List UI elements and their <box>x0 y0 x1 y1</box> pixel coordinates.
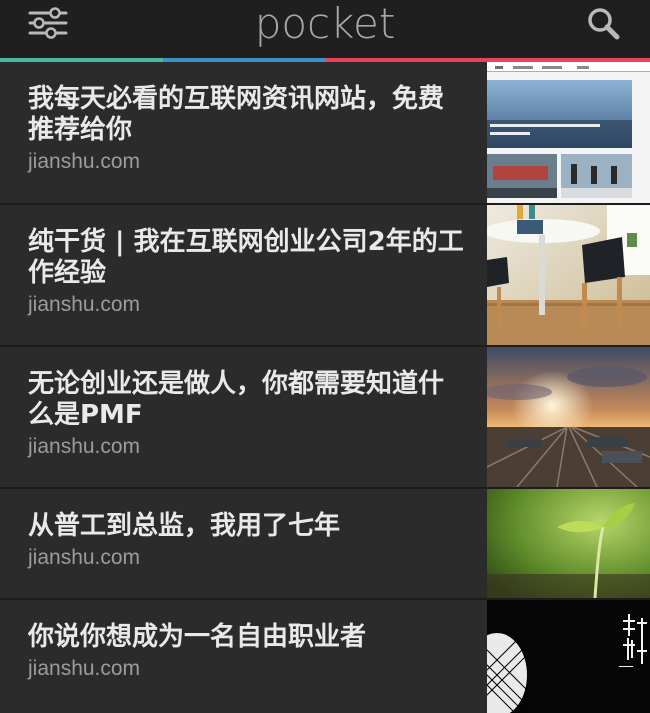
article-title: 你说你想成为一名自由职业者 <box>28 622 367 652</box>
article-domain: jianshu.com <box>28 150 141 173</box>
article-list: 我每天必看的互联网资讯网站，免费推荐给你 jianshu.com 纯干货 | 我… <box>0 62 650 713</box>
article-domain: jianshu.com <box>28 435 141 458</box>
article-title: 从普工到总监，我用了七年 <box>28 511 341 541</box>
article-item[interactable]: 我每天必看的互联网资讯网站，免费推荐给你 jianshu.com <box>0 62 650 205</box>
book-cover-thumbnail <box>487 600 650 713</box>
article-domain: jianshu.com <box>28 293 141 316</box>
search-icon <box>588 8 620 40</box>
top-bar: pocket <box>0 0 650 58</box>
railway-sunset-thumbnail <box>487 347 650 487</box>
table-and-chairs-thumbnail <box>487 205 650 345</box>
article-domain: jianshu.com <box>28 546 141 569</box>
article-title: 我每天必看的互联网资讯网站，免费推荐给你 <box>28 84 445 145</box>
website-screenshot-thumbnail <box>487 62 650 203</box>
article-item[interactable]: 无论创业还是做人，你都需要知道什么是PMF jianshu.com <box>0 347 650 489</box>
article-item[interactable]: 你说你想成为一名自由职业者 jianshu.com <box>0 600 650 713</box>
article-item[interactable]: 从普工到总监，我用了七年 jianshu.com <box>0 489 650 600</box>
app-logo: pocket <box>254 0 396 48</box>
sprout-thumbnail <box>487 489 650 598</box>
article-title: 纯干货 | 我在互联网创业公司2年的工作经验 <box>28 227 464 288</box>
article-domain: jianshu.com <box>28 657 141 680</box>
search-button[interactable] <box>584 4 624 42</box>
article-item[interactable]: 纯干货 | 我在互联网创业公司2年的工作经验 jianshu.com <box>0 205 650 347</box>
article-title: 无论创业还是做人，你都需要知道什么是PMF <box>28 369 445 430</box>
